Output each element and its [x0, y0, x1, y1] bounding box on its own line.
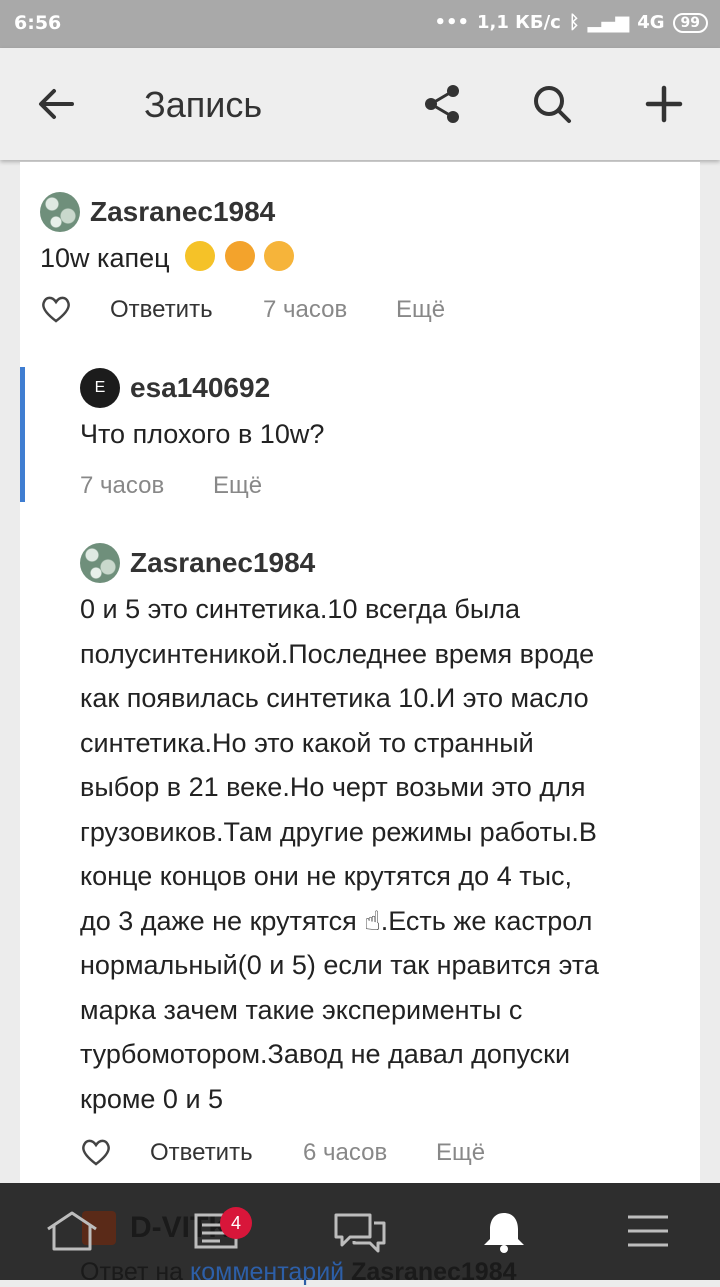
network-speed: 1,1 КБ/с — [477, 12, 561, 33]
home-icon[interactable] — [44, 1209, 100, 1253]
comment-author[interactable]: Zasranec1984 — [130, 547, 315, 579]
feed-badge: 4 — [220, 1207, 252, 1239]
like-heart-icon[interactable] — [80, 1137, 112, 1167]
comment-time: 7 часов — [263, 296, 348, 323]
comment-line: синтетика.Но это какой то странный — [80, 727, 534, 758]
back-arrow-icon[interactable] — [34, 82, 78, 126]
comment-line: 0 и 5 это синтетика.10 всегда была — [80, 594, 521, 624]
signal-icon: ▂▄▆ — [587, 12, 630, 33]
avatar[interactable] — [40, 192, 80, 232]
comment-line: нормальный(0 и 5) если так нравится эта — [80, 950, 599, 980]
comment-line: выбор в 21 веке.Но черт возьми это для — [80, 772, 586, 802]
comment-line: как появилась синтетика 10.И это масло — [80, 683, 589, 713]
network-type: 4G — [637, 12, 665, 33]
comment-text-body: 10w капец — [40, 243, 170, 273]
battery-icon: 99 — [672, 12, 708, 33]
status-time: 6:56 — [14, 12, 62, 34]
screaming-face-emoji-icon — [264, 241, 295, 271]
share-icon[interactable] — [420, 82, 464, 126]
reply-button[interactable]: Ответить — [150, 1139, 253, 1167]
comment-line: грузовиков.Там другие режимы работы.В — [80, 816, 597, 847]
comment-line: конце концов они не крутятся до 4 тыс, — [80, 861, 572, 891]
sick-face-emoji-icon — [185, 241, 216, 271]
more-button[interactable]: Ещё — [436, 1139, 485, 1167]
comments-list: Zasranec1984 10w капец Ответить 7 часов … — [20, 162, 700, 1202]
partial-reply-target: Zasranec1984 — [351, 1258, 517, 1286]
comment-author[interactable]: Zasranec1984 — [90, 196, 275, 228]
messages-icon[interactable] — [332, 1209, 388, 1253]
more-dots-icon: ••• — [434, 12, 470, 33]
search-icon[interactable] — [530, 82, 574, 126]
more-button[interactable]: Ещё — [213, 472, 262, 500]
comment-line: полусинтеникой.Последнее время вроде — [80, 638, 595, 669]
avatar[interactable]: E — [80, 368, 120, 408]
menu-icon[interactable] — [620, 1209, 676, 1253]
comment-time: 7 часов — [80, 472, 165, 499]
bottom-nav: D-VITK Ответ на комментарий Zasranec1984 — [0, 1183, 720, 1286]
comment-time: 6 часов — [303, 1139, 388, 1166]
partial-reply-line: Ответ на комментарий Zasranec1984 — [80, 1258, 517, 1287]
comment-text: 10w капец — [40, 236, 295, 281]
dizzy-face-emoji-icon — [224, 241, 255, 271]
comment-line: до 3 даже не крутятся ☝.Есть же кастрол — [80, 905, 593, 936]
more-button[interactable]: Ещё — [396, 296, 445, 324]
partial-reply-link: комментарий — [190, 1258, 345, 1286]
like-heart-icon[interactable] — [40, 294, 72, 324]
notifications-bell-icon[interactable] — [476, 1209, 532, 1253]
status-bar: 6:56 ••• 1,1 КБ/с ᛒ ▂▄▆ 4G 99 — [0, 0, 720, 48]
comment-line: турбомотором.Завод не давал допуски — [80, 1039, 571, 1069]
reply-button[interactable]: Ответить — [110, 296, 213, 324]
comment-line: марка зачем такие эксперименты с — [80, 994, 523, 1025]
partial-reply-prefix: Ответ на — [80, 1258, 184, 1286]
avatar[interactable] — [80, 543, 120, 583]
comment-text: Что плохого в 10w? — [80, 419, 325, 449]
page-title: Запись — [144, 84, 263, 125]
app-bar: Запись — [0, 48, 720, 160]
status-icons: ••• 1,1 КБ/с ᛒ ▂▄▆ 4G 99 — [434, 12, 708, 33]
comment-line: кроме 0 и 5 — [80, 1083, 224, 1114]
comment-text: 0 и 5 это синтетика.10 всегда была полус… — [80, 587, 695, 1121]
add-icon[interactable] — [642, 82, 686, 126]
reply-indicator-bar — [20, 367, 25, 502]
bluetooth-icon: ᛒ — [568, 12, 580, 33]
comment-author[interactable]: esa140692 — [130, 372, 270, 404]
